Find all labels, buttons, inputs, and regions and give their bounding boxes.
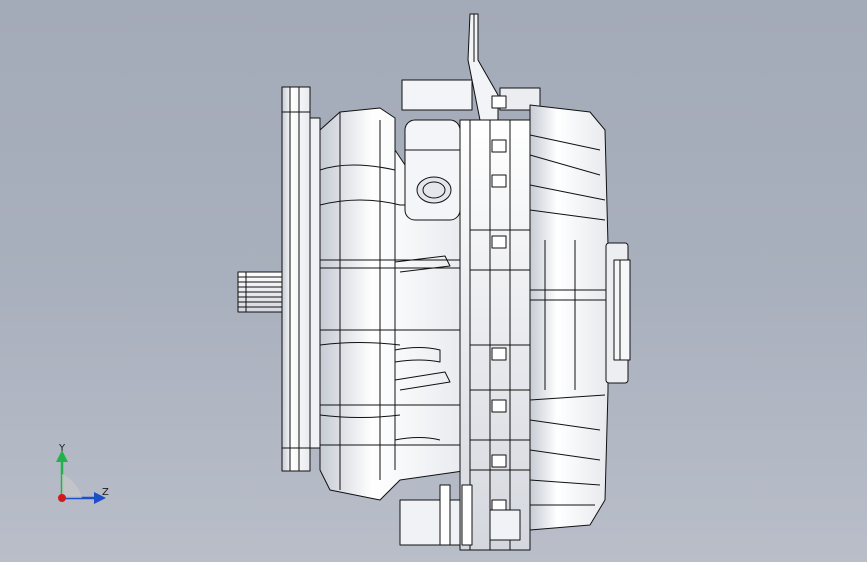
top-bracket: [401, 13, 541, 121]
motor-body: [529, 104, 609, 531]
z-axis-label: Z: [102, 487, 109, 498]
upper-boss: [404, 119, 461, 221]
y-axis-label: Y: [59, 443, 66, 454]
graphics-viewport[interactable]: Y Z: [0, 0, 867, 562]
splined-output-shaft: [237, 271, 283, 313]
gear-motor-assembly-icon[interactable]: [0, 0, 867, 562]
end-cap: [605, 242, 631, 384]
coordinate-triad-icon: [56, 450, 106, 504]
mounting-flange: [281, 86, 321, 472]
